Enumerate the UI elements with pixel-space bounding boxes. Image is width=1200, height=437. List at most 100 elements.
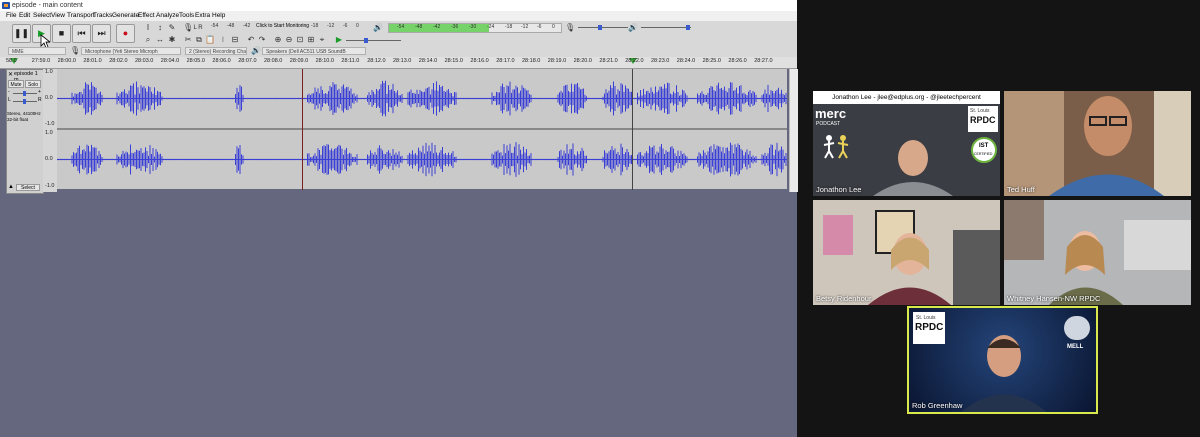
ruler-tick-label: 28:11.0 xyxy=(341,58,360,64)
slider-thumb[interactable] xyxy=(364,38,368,43)
paste-icon[interactable]: 📋 xyxy=(205,35,215,45)
zoom-in-icon[interactable]: ⊕ xyxy=(273,35,283,45)
select-track-button[interactable]: Select xyxy=(16,184,40,191)
rec-tick: -42 xyxy=(243,23,251,29)
rec-tick: -48 xyxy=(227,23,235,29)
certified-badge-text: CERTIFIED xyxy=(974,152,993,156)
ruler-tick-label: 28:15.0 xyxy=(444,58,463,64)
participant-video-ted xyxy=(1049,96,1164,196)
skip-start-button[interactable]: ⏮ xyxy=(72,24,91,43)
ruler-tick-label: 28:01.0 xyxy=(83,58,102,64)
ruler-tick-label: 28:17.0 xyxy=(496,58,515,64)
play-tick: -12 xyxy=(521,24,529,30)
mell-logo-text: MELL xyxy=(1067,344,1084,350)
zoom-tool-icon[interactable]: ⌕ xyxy=(143,35,153,45)
vertical-scrollbar[interactable] xyxy=(789,69,798,192)
menu-help[interactable]: Help xyxy=(212,11,225,21)
slider-thumb[interactable] xyxy=(686,25,690,30)
trim-icon[interactable]: ⧘ xyxy=(218,35,228,45)
skip-start-icon: ⏮ xyxy=(77,28,86,38)
stop-button[interactable]: ■ xyxy=(52,24,71,43)
multi-tool-icon[interactable]: ✱ xyxy=(167,35,177,45)
ruler-tick-label: 28:10.0 xyxy=(315,58,334,64)
time-shift-tool-icon[interactable]: ↔ xyxy=(155,35,165,45)
play-speed-slider[interactable] xyxy=(346,38,401,43)
play-tick: -30 xyxy=(469,24,477,30)
ruler-tick-label: 28:14.0 xyxy=(418,58,438,64)
playback-meter[interactable]: -54 -48 -42 -36 -30 -24 -18 -12 -6 0 xyxy=(388,23,562,33)
video-tile-ted[interactable]: Ted Huff xyxy=(1004,91,1191,196)
toolbar: ❚❚ ▶ ■ ⏮ ⏭ ● I ↕ ✎ ⌕ ↔ ✱ 🎙 L R -54 -48 -… xyxy=(0,21,797,58)
recording-meter[interactable]: -54 -48 -42 Click to Start Monitoring -1… xyxy=(203,23,368,31)
cursor-line xyxy=(632,69,633,190)
mic-volume-icon: 🎙 xyxy=(565,23,576,32)
pause-button[interactable]: ❚❚ xyxy=(12,24,31,43)
monitoring-text[interactable]: Click to Start Monitoring xyxy=(256,23,309,30)
undo-icon[interactable]: ↶ xyxy=(246,35,256,45)
menu-edit[interactable]: Edit xyxy=(19,11,30,21)
slider-thumb[interactable] xyxy=(23,99,26,104)
menu-extra[interactable]: Extra xyxy=(195,11,210,21)
fit-selection-icon[interactable]: ⊡ xyxy=(295,35,305,45)
silence-icon[interactable]: ⊟ xyxy=(230,35,240,45)
wall-art-left xyxy=(823,215,853,255)
menu-tracks[interactable]: Tracks xyxy=(93,11,112,21)
participant-name: Jonathon Lee xyxy=(816,185,862,194)
rec-tick: -54 xyxy=(211,23,219,29)
menu-file[interactable]: File xyxy=(6,11,16,21)
rec-tick: -6 xyxy=(343,23,348,29)
draw-tool-icon[interactable]: ✎ xyxy=(167,23,177,33)
rpdc-logo-small: St. Louis RPDC xyxy=(968,106,998,132)
pause-icon: ❚❚ xyxy=(13,28,30,38)
playback-volume-slider[interactable] xyxy=(641,25,691,30)
speaker-icon: 🔊 xyxy=(373,23,383,32)
waveform-left-channel[interactable] xyxy=(56,69,787,128)
zoom-toggle-icon[interactable]: ⌖ xyxy=(317,35,327,45)
menu-effect[interactable]: Effect xyxy=(138,11,155,21)
cut-icon[interactable]: ✂ xyxy=(183,35,193,45)
recording-volume-slider[interactable] xyxy=(578,25,628,30)
ruler-tick-label: 28:05.0 xyxy=(186,58,205,64)
redo-icon[interactable]: ↷ xyxy=(257,35,267,45)
timeline-ruler[interactable]: 58.0 27:59.0 28:00.0 28:01.0 28:02.0 28:03.0 2… xyxy=(0,57,797,69)
slider-thumb[interactable] xyxy=(23,91,26,96)
mute-button[interactable]: Mute xyxy=(8,80,24,88)
channels-select[interactable]: 2 (Stereo) Recording Chan xyxy=(185,47,247,55)
playback-device-select[interactable]: Speakers (Dell AC511 USB SoundB xyxy=(262,47,366,55)
participant-video-betsy xyxy=(868,233,951,305)
meter-lr-icon: L R xyxy=(193,25,203,31)
menu-view[interactable]: View xyxy=(51,11,65,21)
window-title: episode - main content xyxy=(12,2,83,9)
pan-left-icon: L xyxy=(8,97,11,103)
fit-project-icon[interactable]: ⊞ xyxy=(306,35,316,45)
track-close-icon[interactable]: ✕ xyxy=(8,71,13,78)
video-tile-rob-active-speaker[interactable]: St. Louis RPDC MELL Rob Greenhaw xyxy=(907,306,1098,414)
video-tile-jonathon[interactable]: Jonathon Lee - jlee@edplus.org - @jleete… xyxy=(813,91,1000,196)
rec-tick: -18 xyxy=(311,23,319,29)
menu-generate[interactable]: Generate xyxy=(112,11,139,21)
host-select[interactable]: MME xyxy=(8,47,66,55)
recording-device-select[interactable]: Microphone (Yeti Stereo Microph xyxy=(81,47,181,55)
envelope-tool-icon[interactable]: ↕ xyxy=(155,23,165,33)
waveform-right-channel[interactable] xyxy=(56,130,787,189)
menu-transport[interactable]: Transport xyxy=(67,11,95,21)
menu-tools[interactable]: Tools xyxy=(179,11,194,21)
pan-slider[interactable] xyxy=(13,99,37,104)
record-button[interactable]: ● xyxy=(116,24,135,43)
video-tile-whitney[interactable]: Whitney Hansen-NW RPDC xyxy=(1004,200,1191,305)
video-tile-betsy[interactable]: Betsy Ridenhour xyxy=(813,200,1000,305)
gain-slider[interactable] xyxy=(13,91,37,96)
selection-tool-icon[interactable]: I xyxy=(143,23,153,33)
play-at-speed-icon[interactable]: ▶ xyxy=(334,35,344,45)
menu-select[interactable]: Select xyxy=(33,11,51,21)
collapse-track-icon[interactable]: ▲ xyxy=(8,184,14,190)
track-format: Stereo, 44100Hz xyxy=(7,111,41,116)
scale-label: 0.0 xyxy=(45,156,53,162)
ruler-tick-label: 28:03.0 xyxy=(135,58,154,64)
menu-analyze[interactable]: Analyze xyxy=(156,11,179,21)
zoom-out-icon[interactable]: ⊖ xyxy=(284,35,294,45)
slider-thumb[interactable] xyxy=(598,25,602,30)
solo-button[interactable]: Solo xyxy=(25,80,41,88)
copy-icon[interactable]: ⧉ xyxy=(194,35,204,45)
skip-end-button[interactable]: ⏭ xyxy=(92,24,111,43)
